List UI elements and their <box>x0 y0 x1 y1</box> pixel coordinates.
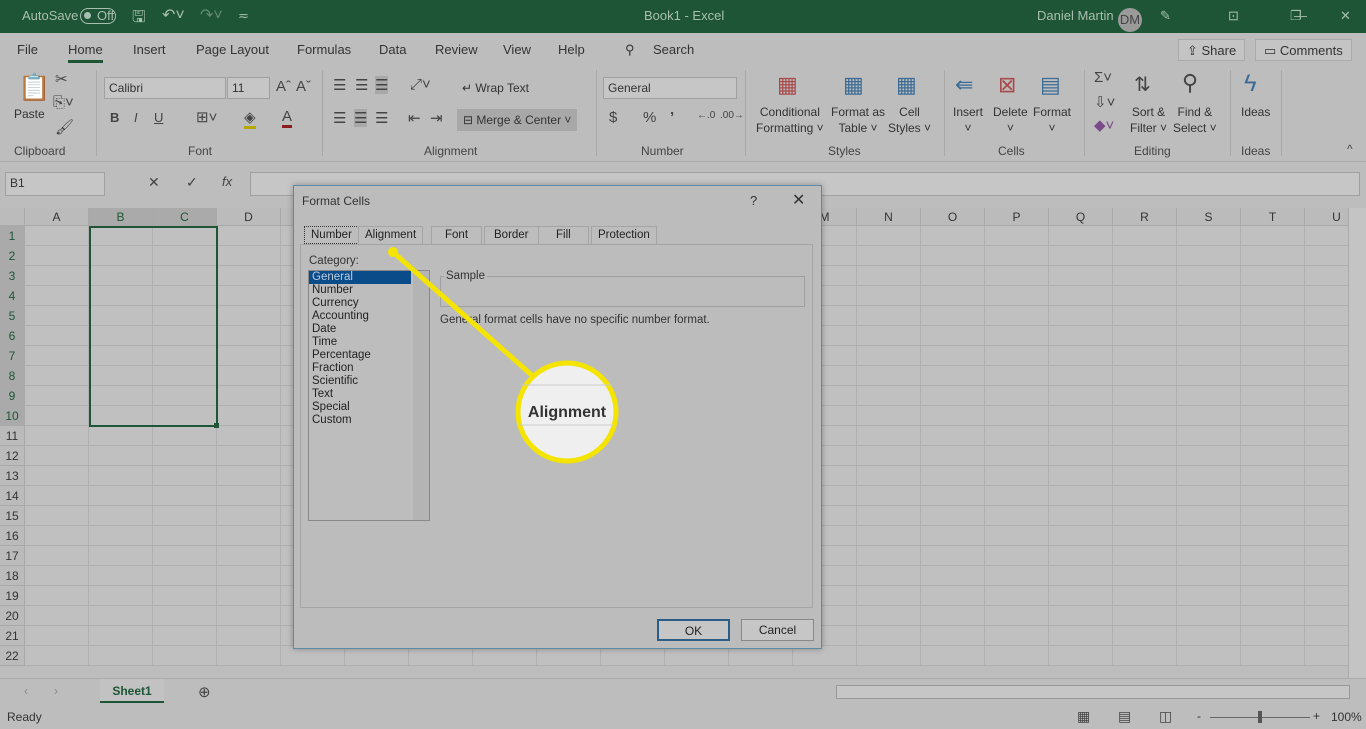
callout-line <box>391 250 537 380</box>
callout-overlay: Alignment <box>388 247 619 464</box>
callout-text: Alignment <box>528 404 607 421</box>
callout-dot <box>388 247 398 257</box>
